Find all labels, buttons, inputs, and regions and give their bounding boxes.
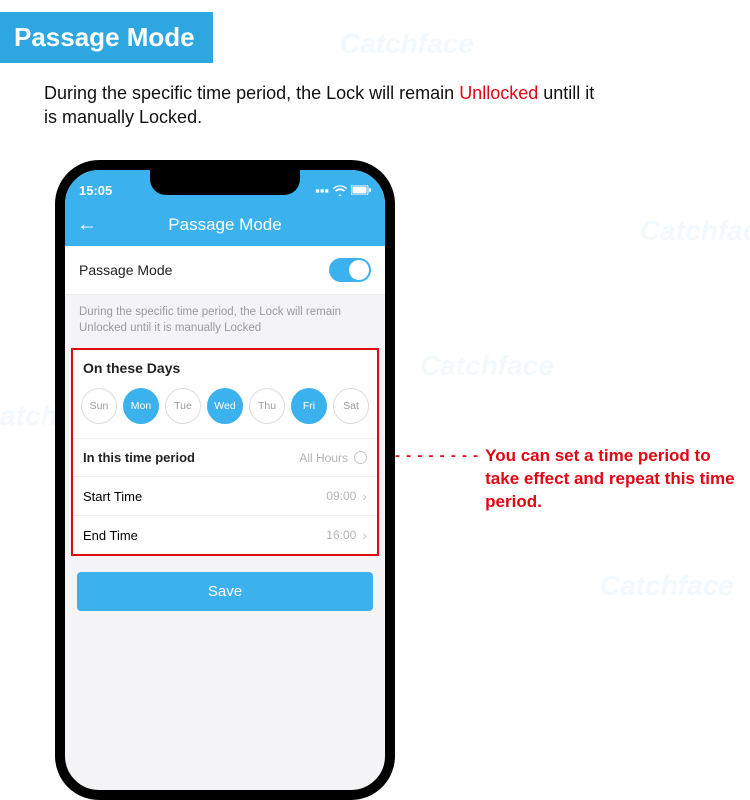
day-sat[interactable]: Sat xyxy=(333,388,369,424)
phone-mockup: 15:05 ▪▪▪ ← Passage Mode Passage Mode Du… xyxy=(55,160,395,800)
start-time-row[interactable]: Start Time 09:00 › xyxy=(73,477,377,516)
wifi-icon xyxy=(333,185,347,196)
end-time-row[interactable]: End Time 16:00 › xyxy=(73,516,377,554)
days-selector: SunMonTueWedThuFriSat xyxy=(73,384,377,439)
end-time-label: End Time xyxy=(83,528,138,543)
period-mode-label: All Hours xyxy=(299,451,348,465)
annotation-callout: - - - - - - - - You can set a time perio… xyxy=(395,445,735,514)
status-time: 15:05 xyxy=(79,183,112,198)
battery-icon xyxy=(351,185,371,195)
chevron-right-icon: › xyxy=(362,488,367,504)
callout-text: You can set a time period to take effect… xyxy=(485,445,735,514)
day-fri[interactable]: Fri xyxy=(291,388,327,424)
day-mon[interactable]: Mon xyxy=(123,388,159,424)
days-heading: On these Days xyxy=(73,350,377,384)
day-thu[interactable]: Thu xyxy=(249,388,285,424)
day-sun[interactable]: Sun xyxy=(81,388,117,424)
start-time-value: 09:00 xyxy=(326,489,356,503)
start-time-label: Start Time xyxy=(83,489,142,504)
passage-mode-toggle-row: Passage Mode xyxy=(65,246,385,295)
day-wed[interactable]: Wed xyxy=(207,388,243,424)
toggle-label: Passage Mode xyxy=(79,262,172,278)
time-period-row[interactable]: In this time period All Hours xyxy=(73,439,377,477)
period-label: In this time period xyxy=(83,450,195,465)
app-header: ← Passage Mode xyxy=(65,204,385,246)
all-hours-radio[interactable] xyxy=(354,451,367,464)
phone-notch xyxy=(150,169,300,195)
watermark: Catchface xyxy=(600,570,734,602)
watermark: Catchface xyxy=(420,350,554,382)
chevron-right-icon: › xyxy=(362,527,367,543)
highlight-box: On these Days SunMonTueWedThuFriSat In t… xyxy=(71,348,379,556)
desc-highlight: Unllocked xyxy=(459,83,538,103)
callout-leader-line: - - - - - - - - xyxy=(395,445,479,463)
day-tue[interactable]: Tue xyxy=(165,388,201,424)
desc-pre: During the specific time period, the Loc… xyxy=(44,83,459,103)
end-time-value: 16:00 xyxy=(326,528,356,542)
watermark: Catchface xyxy=(340,28,474,60)
watermark: Catchface xyxy=(640,215,750,247)
status-icons: ▪▪▪ xyxy=(315,183,371,198)
passage-mode-toggle[interactable] xyxy=(329,258,371,282)
passage-mode-note: During the specific time period, the Loc… xyxy=(65,295,385,348)
signal-icon: ▪▪▪ xyxy=(315,183,329,198)
section-description: During the specific time period, the Loc… xyxy=(0,63,640,130)
back-icon[interactable]: ← xyxy=(77,214,97,237)
save-button[interactable]: Save xyxy=(77,572,373,611)
section-heading: Passage Mode xyxy=(0,12,213,63)
app-title: Passage Mode xyxy=(168,215,281,235)
